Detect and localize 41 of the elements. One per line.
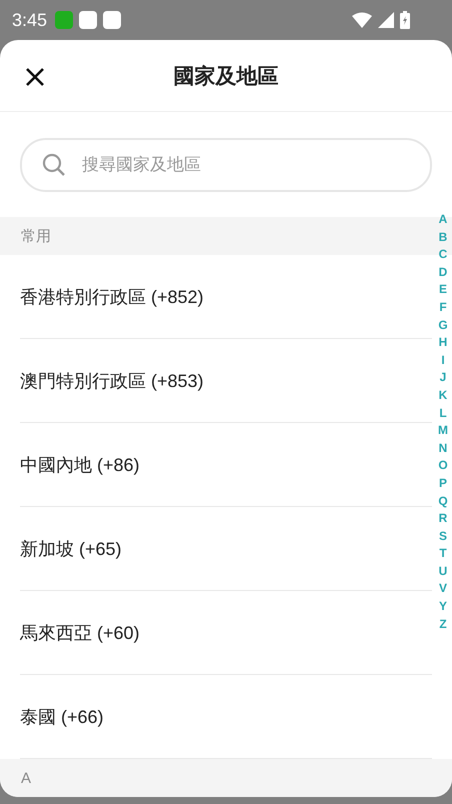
index-letter[interactable]: A (438, 211, 448, 229)
section-title: 常用 (21, 226, 51, 246)
index-letter[interactable]: U (438, 562, 448, 580)
status-time: 3:45 (12, 10, 48, 30)
index-letter[interactable]: B (438, 228, 448, 246)
index-letter[interactable]: K (438, 386, 448, 405)
country-row[interactable]: 新加坡 (+65) (20, 507, 432, 591)
signal-icon (378, 12, 394, 28)
index-letter[interactable]: I (441, 352, 445, 370)
index-letter[interactable]: S (438, 528, 447, 546)
battery-icon (400, 11, 410, 29)
country-row[interactable]: 中國內地 (+86) (20, 423, 432, 507)
wifi-icon (352, 12, 372, 28)
app-icon (103, 11, 122, 29)
index-letter[interactable]: N (438, 440, 448, 458)
index-letter[interactable]: J (440, 369, 446, 387)
index-letter[interactable]: C (438, 246, 448, 264)
index-letter[interactable]: E (438, 281, 447, 299)
index-letter[interactable]: Y (438, 598, 447, 616)
index-letter[interactable]: Z (439, 616, 447, 634)
index-letter[interactable]: H (438, 334, 448, 352)
app-icon (55, 11, 74, 29)
index-letter[interactable]: D (438, 264, 448, 282)
app-icon (79, 11, 98, 29)
country-row[interactable]: 馬來西亞 (+60) (20, 591, 432, 675)
country-row[interactable]: 澳門特別行政區 (+853) (20, 339, 432, 423)
search-icon (42, 153, 66, 177)
index-letter[interactable]: R (438, 510, 448, 528)
index-letter[interactable]: O (438, 457, 448, 475)
index-letter[interactable]: F (439, 298, 447, 317)
index-letter[interactable]: V (438, 580, 447, 598)
search-field[interactable]: 搜尋國家及地區 (20, 138, 432, 192)
section-title: A (21, 770, 32, 786)
page-title: 國家及地區 (174, 64, 278, 90)
index-letter[interactable]: Q (438, 492, 448, 510)
index-letter[interactable]: L (439, 404, 447, 422)
index-letter[interactable]: G (438, 316, 448, 334)
index-letter[interactable]: T (439, 545, 447, 563)
country-row[interactable]: 香港特別行政區 (+852) (20, 255, 432, 339)
index-letter[interactable]: M (438, 422, 448, 440)
index-letter[interactable]: P (438, 474, 447, 492)
